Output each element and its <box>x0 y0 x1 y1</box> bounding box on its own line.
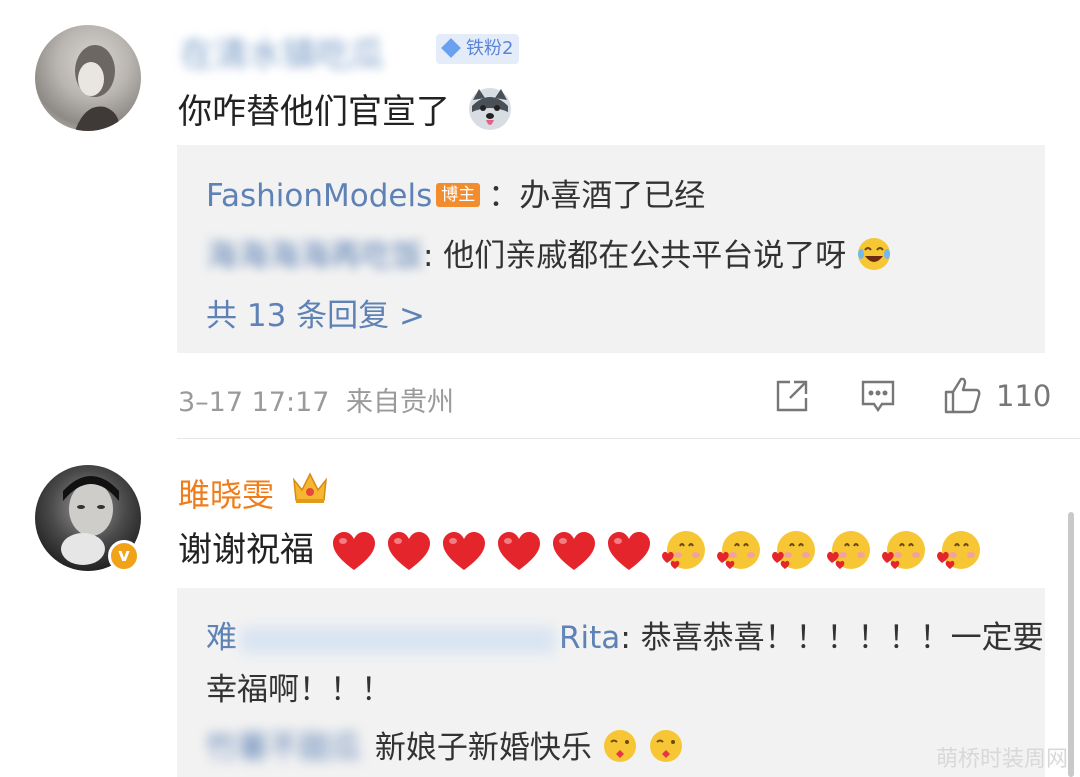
reply-text-continued: 幸福啊！！！ <box>206 672 392 708</box>
red-heart-emoji <box>551 529 597 575</box>
red-heart-emoji <box>496 529 542 575</box>
blush-heart-face-emoji <box>716 529 762 575</box>
face-emoji-row <box>661 530 991 570</box>
fan-badge: 铁粉2 <box>436 34 520 64</box>
comment-meta: 3–17 17:17 来自贵州 <box>178 380 454 419</box>
more-replies-link[interactable]: 共 13 条回复 > <box>206 290 425 335</box>
diamond-icon <box>441 38 461 58</box>
avatar[interactable] <box>35 25 141 131</box>
share-icon[interactable] <box>774 378 810 418</box>
reply-item[interactable]: 海海海海再吃饭: 他们亲戚都在公共平台说了呀 <box>206 230 892 280</box>
kiss-heart-emoji <box>648 728 684 772</box>
reply-username[interactable]: 海海海海再吃饭 <box>206 238 423 274</box>
timestamp: 3–17 17:17 <box>178 387 330 418</box>
reply-username[interactable]: 竹薯不甜瓜 <box>206 730 361 766</box>
watermark: 萌桥时装周网 <box>935 747 1068 772</box>
like-count: 110 <box>996 379 1052 413</box>
verified-icon: v <box>108 540 140 572</box>
author-badge: 博主 <box>436 183 481 207</box>
username[interactable]: 雎晓雯 <box>178 470 274 516</box>
scrollbar[interactable] <box>1068 512 1074 777</box>
reply-username-prefix[interactable]: 难 <box>206 620 237 656</box>
kiss-heart-emoji <box>602 728 638 772</box>
location: 来自贵州 <box>346 387 455 418</box>
red-heart-emoji <box>331 529 377 575</box>
blur-mask <box>241 626 555 653</box>
red-heart-emoji <box>441 529 487 575</box>
blush-heart-face-emoji <box>771 529 817 575</box>
crown-icon <box>290 468 330 510</box>
husky-dog-emoji <box>467 86 513 141</box>
reply-item[interactable]: 竹薯不甜瓜 新娘子新婚快乐 <box>206 722 684 772</box>
blush-heart-face-emoji <box>936 529 982 575</box>
laugh-cry-emoji <box>856 236 892 280</box>
username-blurred[interactable]: 在清水镇吃瓜 <box>180 27 384 76</box>
reply-item[interactable]: 难 Rita: 恭喜恭喜！！！！！！一定要 <box>206 612 1044 657</box>
reply-item[interactable]: FashionModels 博主 ：办喜酒了已经 <box>206 170 705 215</box>
blush-heart-face-emoji <box>661 529 707 575</box>
reply-username[interactable]: FashionModels <box>206 178 432 214</box>
blush-heart-face-emoji <box>826 529 872 575</box>
heart-emoji-row <box>331 530 661 570</box>
blush-heart-face-emoji <box>881 529 927 575</box>
comment-text: 谢谢祝福 <box>178 522 991 575</box>
comment-text: 你咋替他们官宣了 <box>178 84 513 141</box>
comment-icon[interactable] <box>860 378 896 418</box>
divider <box>177 438 1080 439</box>
reply-username-tail[interactable]: Rita <box>559 620 620 656</box>
red-heart-emoji <box>606 529 652 575</box>
like-icon[interactable] <box>943 375 983 419</box>
red-heart-emoji <box>386 529 432 575</box>
